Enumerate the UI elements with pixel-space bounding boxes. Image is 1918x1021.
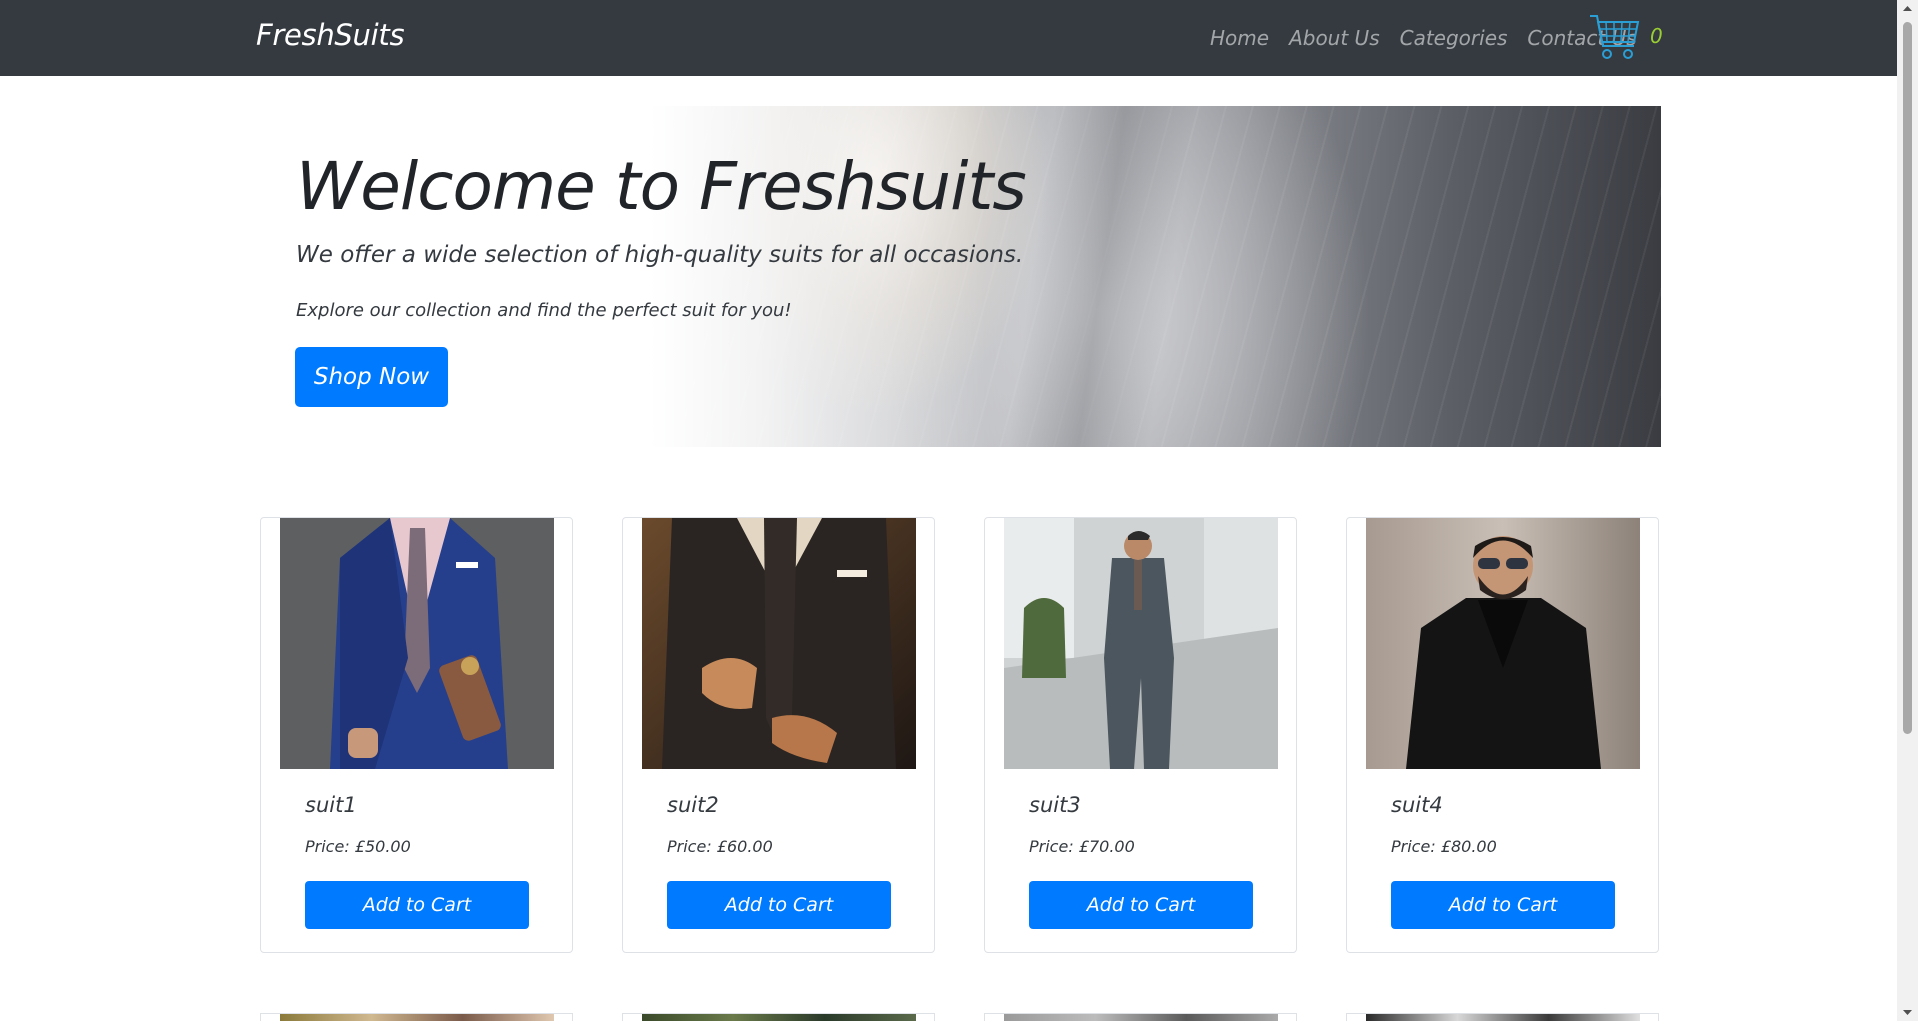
product-card: suit4 Price: £80.00 Add to Cart (1346, 517, 1659, 953)
add-to-cart-button[interactable]: Add to Cart (667, 881, 891, 929)
hero-title: Welcome to Freshsuits (296, 148, 1027, 225)
product-card-partial (622, 1013, 935, 1021)
vertical-scrollbar[interactable] (1897, 0, 1918, 1021)
product-card-partial (260, 1013, 573, 1021)
nav-link-categories[interactable]: Categories (1390, 26, 1518, 50)
hero-lead: We offer a wide selection of high-qualit… (296, 242, 1024, 268)
add-to-cart-button[interactable]: Add to Cart (1391, 881, 1615, 929)
navbar: FreshSuits Home About Us Categories Cont… (0, 0, 1897, 76)
product-image[interactable] (642, 518, 916, 769)
product-image[interactable] (1004, 518, 1278, 769)
product-card-partial (1346, 1013, 1659, 1021)
nav-links: Home About Us Categories Contact Us (1200, 26, 1647, 50)
product-image-partial (1366, 1014, 1640, 1021)
product-image-partial (1004, 1014, 1278, 1021)
product-image-partial (280, 1014, 554, 1021)
brand-logo[interactable]: FreshSuits (256, 18, 405, 52)
product-price: Price: £80.00 (1391, 837, 1497, 856)
product-title: suit2 (667, 793, 719, 817)
scroll-up-arrow-icon[interactable] (1897, 0, 1918, 17)
hero-banner: Welcome to Freshsuits We offer a wide se… (256, 106, 1661, 447)
scroll-down-arrow-icon[interactable] (1897, 1004, 1918, 1021)
product-card: suit2 Price: £60.00 Add to Cart (622, 517, 935, 953)
product-image-partial (642, 1014, 916, 1021)
shop-now-button[interactable]: Shop Now (295, 347, 448, 407)
product-card: suit3 Price: £70.00 Add to Cart (984, 517, 1297, 953)
shopping-cart-icon[interactable] (1588, 12, 1642, 64)
product-title: suit4 (1391, 793, 1443, 817)
product-price: Price: £70.00 (1029, 837, 1135, 856)
add-to-cart-button[interactable]: Add to Cart (305, 881, 529, 929)
product-title: suit3 (1029, 793, 1081, 817)
product-price: Price: £50.00 (305, 837, 411, 856)
product-price: Price: £60.00 (667, 837, 773, 856)
product-title: suit1 (305, 793, 357, 817)
hero-text: Explore our collection and find the perf… (296, 300, 792, 321)
nav-link-about-us[interactable]: About Us (1279, 26, 1390, 50)
product-image[interactable] (1366, 518, 1640, 769)
add-to-cart-button[interactable]: Add to Cart (1029, 881, 1253, 929)
nav-link-home[interactable]: Home (1200, 26, 1279, 50)
product-card-partial (984, 1013, 1297, 1021)
product-image[interactable] (280, 518, 554, 769)
scrollbar-thumb[interactable] (1903, 22, 1912, 734)
product-card: suit1 Price: £50.00 Add to Cart (260, 517, 573, 953)
cart-count-badge: 0 (1650, 24, 1663, 48)
